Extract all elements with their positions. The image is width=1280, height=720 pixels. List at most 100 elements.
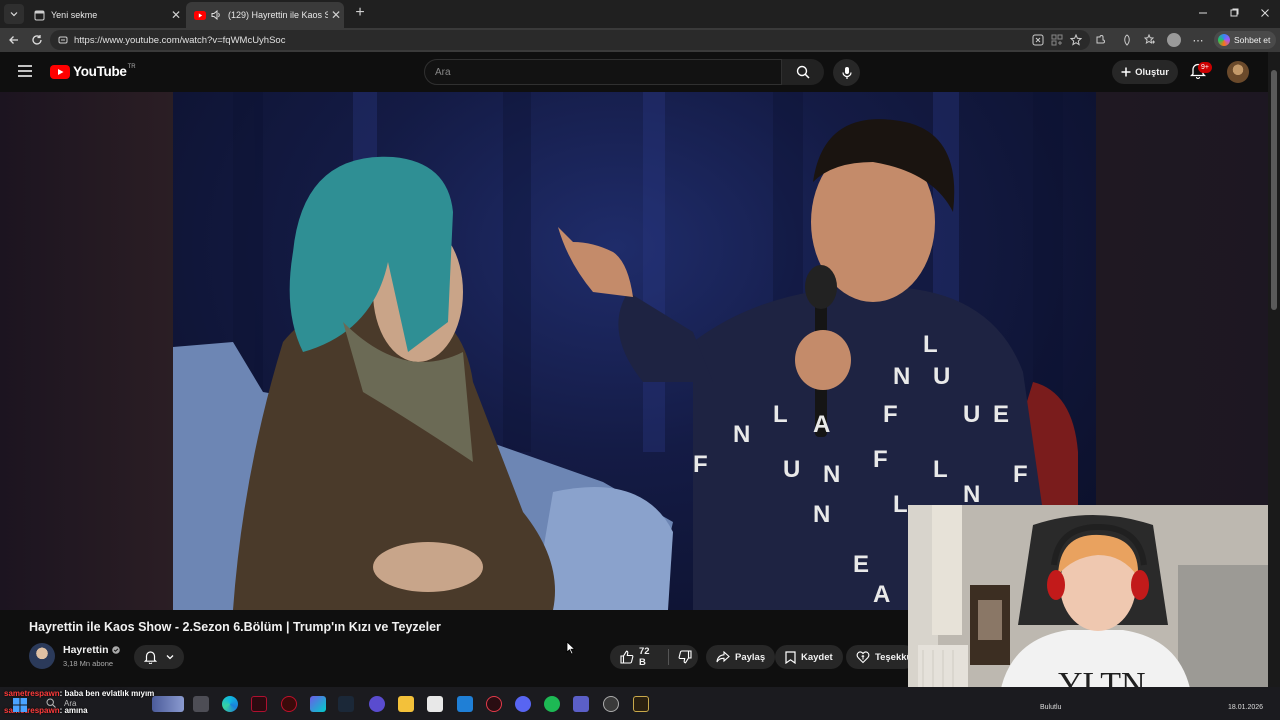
- svg-text:F: F: [883, 401, 898, 428]
- tab-actions-button[interactable]: [4, 4, 24, 24]
- tab-new-tab[interactable]: Yeni sekme ✕: [26, 2, 184, 28]
- youtube-header: YouTube TR Oluştur: [0, 52, 1280, 92]
- url-text: https://www.youtube.com/watch?v=fqWMcUyh…: [74, 34, 286, 46]
- thumbs-up-icon: [620, 650, 634, 664]
- taskbar-search[interactable]: Ara: [46, 698, 76, 708]
- channel-avatar[interactable]: [29, 643, 55, 669]
- file-explorer-icon[interactable]: [398, 696, 414, 712]
- svg-text:E: E: [853, 551, 869, 578]
- svg-text:L: L: [773, 401, 788, 428]
- league-client-icon[interactable]: [633, 696, 649, 712]
- spotify-icon[interactable]: [544, 696, 560, 712]
- windows-start-icon[interactable]: [12, 697, 28, 713]
- dislike-button[interactable]: [678, 650, 692, 664]
- app-icon[interactable]: [603, 696, 619, 712]
- bell-icon: [143, 651, 157, 664]
- minimize-button[interactable]: [1188, 4, 1218, 22]
- app-icon[interactable]: [281, 696, 297, 712]
- notification-badge: 9+: [1198, 62, 1212, 73]
- favorite-star-icon[interactable]: [1069, 33, 1083, 47]
- copilot-label: Sohbet et: [1234, 35, 1271, 45]
- svg-text:U: U: [963, 401, 980, 428]
- save-label: Kaydet: [801, 651, 833, 663]
- close-window-button[interactable]: [1250, 4, 1280, 22]
- divider: [668, 649, 669, 665]
- thanks-label: Teşekkü: [875, 651, 913, 663]
- svg-text:F: F: [873, 446, 888, 473]
- chevron-down-icon: [166, 655, 173, 660]
- more-options-icon[interactable]: ⋯: [1191, 33, 1205, 47]
- close-icon[interactable]: ✕: [168, 8, 184, 22]
- app-icon[interactable]: [486, 696, 502, 712]
- microsoft-store-icon[interactable]: [427, 696, 443, 712]
- svg-text:U: U: [783, 456, 800, 483]
- subscriber-count: 3,18 Mn abone: [63, 659, 114, 668]
- svg-text:L: L: [893, 491, 908, 518]
- apps-icon[interactable]: [1050, 33, 1064, 47]
- chevron-down-icon: [10, 12, 18, 17]
- plus-icon: [1121, 67, 1131, 77]
- chat-message: : baba ben evlatlık mıyım: [59, 689, 155, 698]
- new-tab-button[interactable]: +: [350, 4, 370, 24]
- search-icon: [46, 698, 56, 708]
- performance-icon[interactable]: [1120, 33, 1134, 47]
- favorites-icon[interactable]: [1143, 33, 1157, 47]
- logo-text: YouTube: [73, 64, 127, 79]
- create-button[interactable]: Oluştur: [1112, 60, 1178, 84]
- tab-youtube[interactable]: (129) Hayrettin ile Kaos Show ✕: [186, 2, 344, 28]
- copilot-chat-button[interactable]: Sohbet et: [1214, 31, 1276, 49]
- reload-button[interactable]: [29, 32, 45, 48]
- site-info-icon[interactable]: [58, 35, 68, 45]
- extensions-icon[interactable]: [1093, 33, 1107, 47]
- svg-text:N: N: [893, 363, 910, 390]
- thanks-button[interactable]: Teşekkü: [846, 645, 916, 669]
- streamer-webcam: YLTN: [908, 505, 1268, 708]
- account-avatar[interactable]: [1227, 61, 1249, 83]
- tab-title: Yeni sekme: [51, 10, 98, 20]
- voice-search-button[interactable]: [833, 59, 860, 86]
- youtube-logo[interactable]: YouTube TR: [50, 64, 136, 79]
- like-dislike-group: 72 B: [610, 645, 698, 669]
- svg-text:L: L: [933, 456, 948, 483]
- steam-icon[interactable]: [338, 696, 354, 712]
- scrollbar-thumb[interactable]: [1271, 70, 1277, 310]
- translate-icon[interactable]: [1031, 33, 1045, 47]
- page-scrollbar[interactable]: [1268, 52, 1280, 687]
- tab-title: (129) Hayrettin ile Kaos Show: [228, 10, 328, 20]
- browser-toolbar: https://www.youtube.com/watch?v=fqWMcUyh…: [0, 28, 1280, 52]
- app-icon[interactable]: [310, 696, 326, 712]
- share-label: Paylaş: [735, 651, 766, 663]
- search-input[interactable]: [424, 59, 782, 85]
- share-button[interactable]: Paylaş: [706, 645, 776, 669]
- copilot-icon: [1218, 34, 1230, 46]
- like-button[interactable]: 72 B: [620, 646, 659, 668]
- edge-browser-icon[interactable]: [222, 696, 238, 712]
- bookmark-icon: [785, 650, 796, 664]
- channel-name[interactable]: Hayrettin: [63, 644, 120, 656]
- mail-icon[interactable]: [457, 696, 473, 712]
- menu-icon[interactable]: [18, 65, 34, 79]
- save-button[interactable]: Kaydet: [775, 645, 843, 669]
- like-count: 72 B: [638, 646, 650, 668]
- speaker-icon[interactable]: [211, 10, 222, 20]
- close-icon[interactable]: ✕: [328, 8, 344, 22]
- close-icon: [1261, 9, 1269, 17]
- back-button[interactable]: [6, 32, 22, 48]
- address-bar[interactable]: https://www.youtube.com/watch?v=fqWMcUyh…: [50, 30, 1090, 50]
- widget-icon[interactable]: [152, 696, 184, 712]
- svg-text:F: F: [1013, 461, 1028, 488]
- app-icon[interactable]: [251, 696, 267, 712]
- teams-icon[interactable]: [573, 696, 589, 712]
- taskbar-search-placeholder: Ara: [64, 698, 77, 708]
- page-icon: [34, 10, 45, 21]
- profile-icon[interactable]: [1167, 33, 1181, 47]
- task-view-icon[interactable]: [193, 696, 209, 712]
- restore-button[interactable]: [1219, 4, 1249, 22]
- svg-text:U: U: [933, 363, 950, 390]
- app-icon[interactable]: [369, 696, 385, 712]
- country-code: TR: [127, 63, 136, 70]
- subscription-bell-button[interactable]: [134, 645, 184, 669]
- microphone-icon: [841, 66, 852, 79]
- search-button[interactable]: [782, 59, 824, 85]
- discord-icon[interactable]: [515, 696, 531, 712]
